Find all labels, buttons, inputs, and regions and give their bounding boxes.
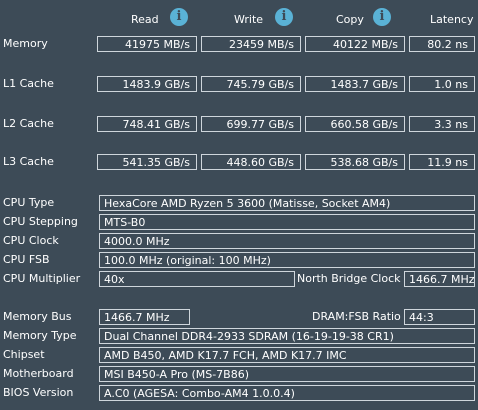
cpu-clock-label: CPU Clock bbox=[3, 234, 59, 247]
memory-type-value: Dual Channel DDR4-2933 SDRAM (16-19-19-3… bbox=[99, 328, 475, 344]
l2-copy-value: 660.58 GB/s bbox=[305, 116, 405, 132]
bios-version-value: A.C0 (AGESA: Combo-AM4 1.0.0.4) bbox=[99, 385, 475, 401]
write-header: Write bbox=[234, 13, 264, 26]
cpu-stepping-value: MTS-B0 bbox=[99, 214, 475, 230]
copy-info-icon[interactable]: i bbox=[373, 8, 391, 26]
cpu-multiplier-value: 40x bbox=[99, 271, 295, 287]
chipset-label: Chipset bbox=[3, 348, 45, 361]
memory-type-label: Memory Type bbox=[3, 329, 77, 342]
l1-latency-value: 1.0 ns bbox=[409, 76, 475, 92]
read-info-icon[interactable]: i bbox=[170, 8, 188, 26]
l1-cache-label: L1 Cache bbox=[3, 77, 54, 90]
memory-bus-value: 1466.7 MHz bbox=[99, 309, 190, 325]
l3-latency-value: 11.9 ns bbox=[409, 154, 475, 170]
memory-copy-value: 40122 MB/s bbox=[305, 36, 405, 52]
memory-label: Memory bbox=[3, 37, 48, 50]
memory-latency-value: 80.2 ns bbox=[409, 36, 475, 52]
chipset-value: AMD B450, AMD K17.7 FCH, AMD K17.7 IMC bbox=[99, 347, 475, 363]
l1-copy-value: 1483.7 GB/s bbox=[305, 76, 405, 92]
cpu-multiplier-label: CPU Multiplier bbox=[3, 272, 81, 285]
l3-write-value: 448.60 GB/s bbox=[201, 154, 301, 170]
l1-read-value: 1483.9 GB/s bbox=[97, 76, 197, 92]
l2-read-value: 748.41 GB/s bbox=[97, 116, 197, 132]
memory-write-value: 23459 MB/s bbox=[201, 36, 301, 52]
cpu-stepping-label: CPU Stepping bbox=[3, 215, 78, 228]
bios-version-label: BIOS Version bbox=[3, 386, 74, 399]
l2-write-value: 699.77 GB/s bbox=[201, 116, 301, 132]
north-bridge-clock-label: North Bridge Clock bbox=[297, 272, 401, 285]
l3-copy-value: 538.68 GB/s bbox=[305, 154, 405, 170]
cpu-clock-value: 4000.0 MHz bbox=[99, 233, 475, 249]
l2-latency-value: 3.3 ns bbox=[409, 116, 475, 132]
dram-fsb-ratio-label: DRAM:FSB Ratio bbox=[312, 310, 401, 323]
l3-read-value: 541.35 GB/s bbox=[97, 154, 197, 170]
cpu-fsb-label: CPU FSB bbox=[3, 253, 50, 266]
cpu-type-value: HexaCore AMD Ryzen 5 3600 (Matisse, Sock… bbox=[99, 195, 475, 211]
l2-cache-label: L2 Cache bbox=[3, 117, 54, 130]
l1-write-value: 745.79 GB/s bbox=[201, 76, 301, 92]
motherboard-value: MSI B450-A Pro (MS-7B86) bbox=[99, 366, 475, 382]
latency-header: Latency bbox=[430, 13, 474, 26]
l3-cache-label: L3 Cache bbox=[3, 155, 54, 168]
dram-fsb-ratio-value: 44:3 bbox=[404, 309, 475, 325]
read-header: Read bbox=[131, 13, 159, 26]
north-bridge-clock-value: 1466.7 MHz bbox=[404, 271, 475, 287]
cpu-type-label: CPU Type bbox=[3, 196, 55, 209]
memory-read-value: 41975 MB/s bbox=[97, 36, 197, 52]
motherboard-label: Motherboard bbox=[3, 367, 74, 380]
cpu-fsb-value: 100.0 MHz (original: 100 MHz) bbox=[99, 252, 475, 268]
copy-header: Copy bbox=[336, 13, 364, 26]
write-info-icon[interactable]: i bbox=[275, 8, 293, 26]
memory-bus-label: Memory Bus bbox=[3, 310, 72, 323]
